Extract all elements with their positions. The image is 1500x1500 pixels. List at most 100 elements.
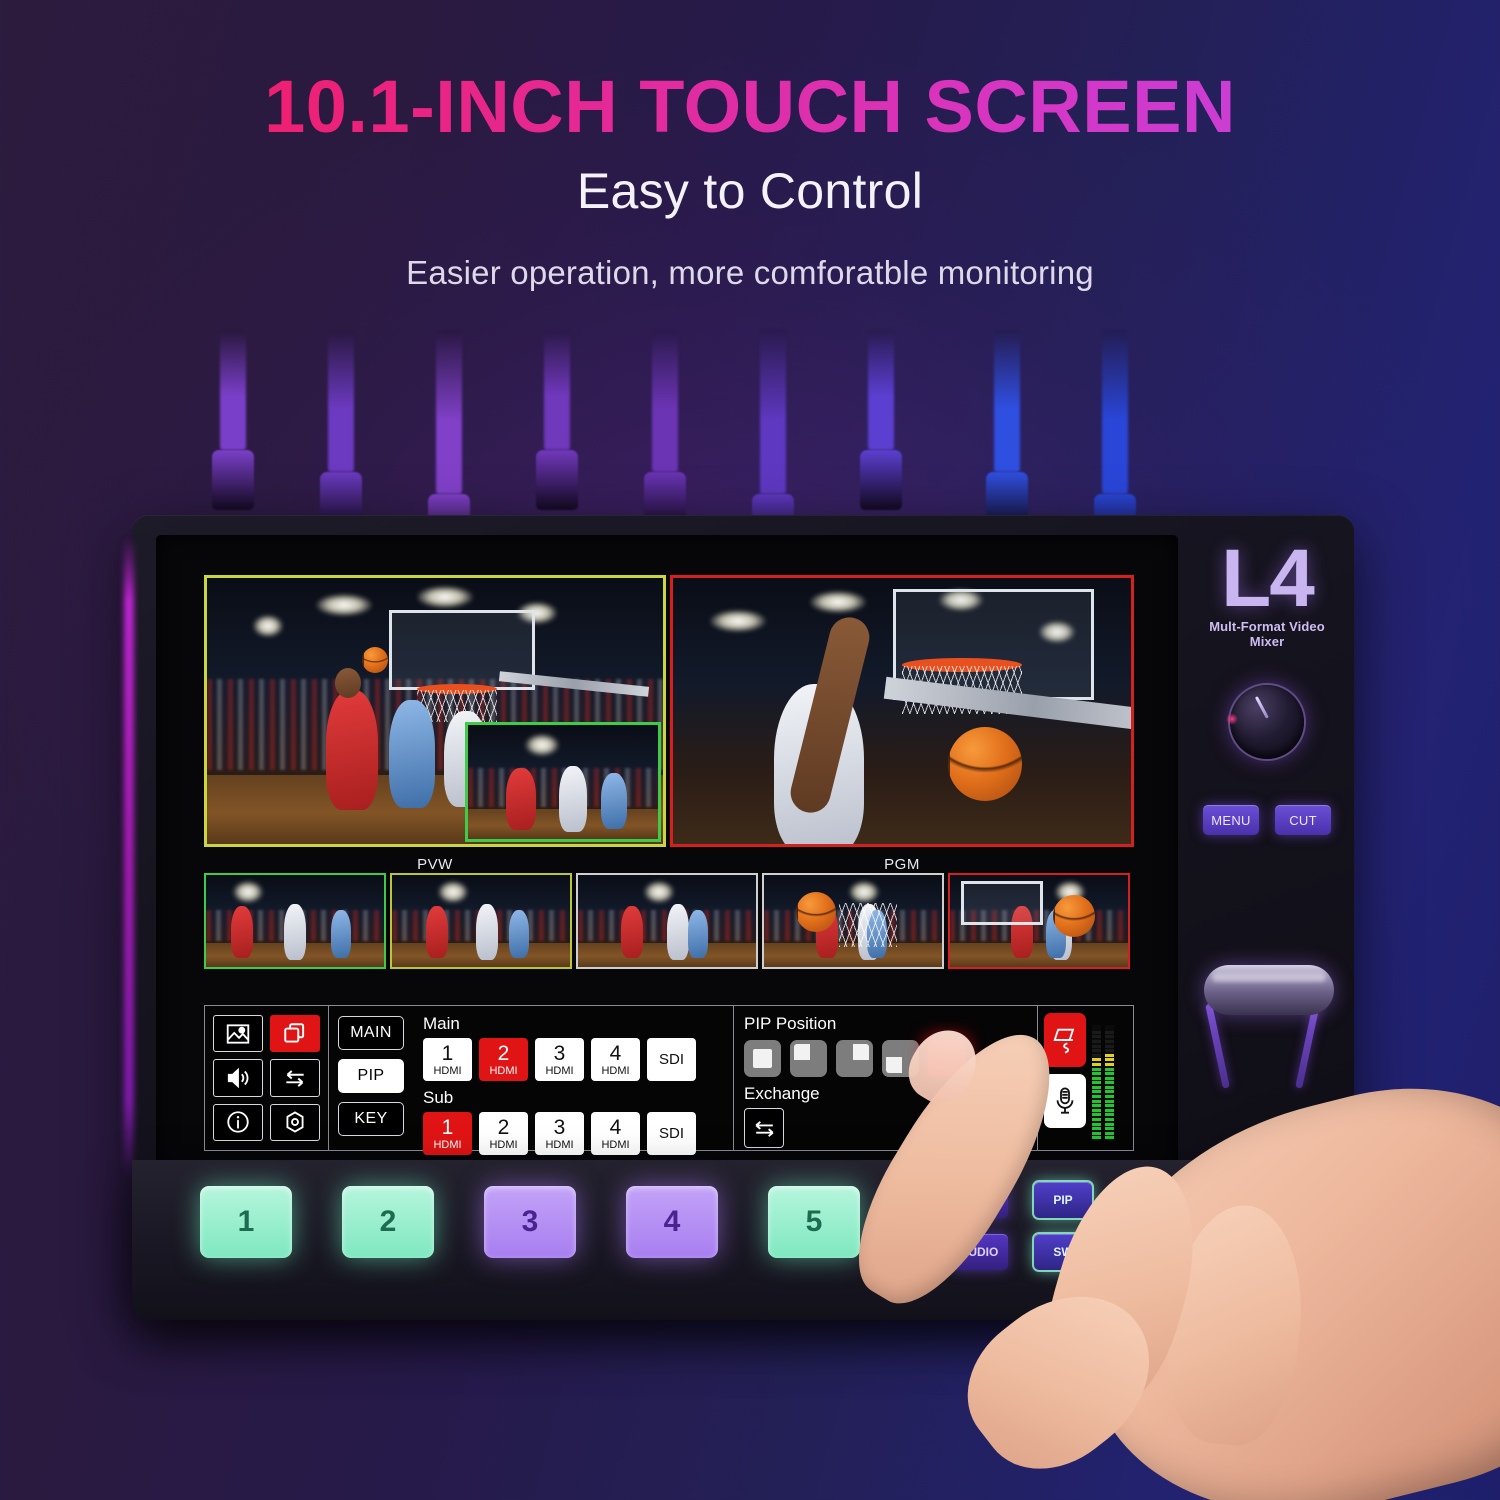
source-selector: Main 1 HDMI 2 HDMI 3 HDMI 4 HDMI SDI Sub 1 HDMI 2 H… xyxy=(413,1006,733,1155)
main-source-button[interactable]: 1 HDMI xyxy=(423,1038,472,1081)
control-bar: MAIN PIP KEY Main 1 HDMI 2 HDMI 3 HDMI 4 HDMI SDI … xyxy=(204,1005,1134,1155)
source-type: HDMI xyxy=(601,1138,630,1151)
cable-plug xyxy=(860,450,902,510)
source-type: HDMI xyxy=(489,1138,518,1151)
cable-plug xyxy=(212,450,254,510)
pip-position-top-right[interactable] xyxy=(836,1040,873,1077)
mini-pad-grid: MAIN PIP AUDIO SW xyxy=(950,1180,1094,1272)
source-number: 4 xyxy=(609,1115,622,1139)
main-source-button[interactable]: 4 HDMI xyxy=(591,1038,640,1081)
source-pad-4[interactable]: 4 xyxy=(626,1186,718,1258)
pip-position-top-left[interactable] xyxy=(790,1040,827,1077)
touch-screen[interactable]: PVW PGM MAIN PIP KEY Main 1 HDMI 2 HDMI … xyxy=(156,535,1178,1171)
mini-pad-main[interactable]: MAIN xyxy=(950,1182,1008,1218)
mini-pad-sw[interactable]: SW xyxy=(1032,1232,1094,1272)
source-type: HDMI xyxy=(433,1138,462,1151)
image-icon[interactable] xyxy=(213,1015,263,1053)
edge-light-glow xyxy=(124,537,134,1177)
sub-source-heading: Sub xyxy=(423,1088,454,1107)
source-pad-row: 12345 xyxy=(200,1186,860,1258)
source-number: 2 xyxy=(497,1041,510,1065)
function-icon-grid xyxy=(205,1006,329,1150)
laptop-audio-icon[interactable] xyxy=(1044,1013,1086,1067)
program-scene xyxy=(673,578,1131,844)
sub-source-button[interactable]: 3 HDMI xyxy=(535,1112,584,1155)
program-window[interactable]: PGM xyxy=(670,575,1134,873)
pip-position-bottom-left[interactable] xyxy=(882,1040,919,1077)
audio-source-buttons xyxy=(1044,1013,1086,1143)
source-number: 3 xyxy=(553,1115,566,1139)
mode-button-pip[interactable]: PIP xyxy=(338,1059,404,1093)
cut-button[interactable]: CUT xyxy=(1275,805,1331,836)
source-thumbnail[interactable]: HDMI 4 xyxy=(762,873,944,969)
pip-position-heading: PIP Position xyxy=(744,1014,837,1033)
cable xyxy=(994,330,1020,472)
cable-plug xyxy=(536,450,578,510)
program-label: PGM xyxy=(884,856,920,873)
swap-icon[interactable] xyxy=(270,1059,320,1097)
source-thumbnail[interactable]: HDMI 3 xyxy=(576,873,758,969)
source-thumbnail[interactable]: SDI xyxy=(948,873,1130,969)
main-source-row: 1 HDMI 2 HDMI 3 HDMI 4 HDMI SDI xyxy=(423,1038,727,1081)
multiview-source-row: HDMI 1HDMI 2HDMI 3HDMI 4SDI xyxy=(204,873,1134,988)
model-subtitle: Mult-Format Video Mixer xyxy=(1209,619,1325,650)
main-source-heading: Main xyxy=(423,1014,460,1033)
model-name: L4 xyxy=(1221,533,1315,624)
source-number: 1 xyxy=(441,1115,454,1139)
cable xyxy=(652,330,678,472)
source-number: 4 xyxy=(609,1041,622,1065)
source-pad-1[interactable]: 1 xyxy=(200,1186,292,1258)
audio-level-meters xyxy=(1092,1013,1114,1143)
menu-button[interactable]: MENU xyxy=(1203,805,1259,836)
source-number: SDI xyxy=(658,1125,684,1142)
cable xyxy=(544,330,570,450)
volume-icon[interactable] xyxy=(213,1059,263,1097)
source-pad-5[interactable]: 5 xyxy=(768,1186,860,1258)
pip-position-bottom-right[interactable] xyxy=(928,1040,965,1077)
pip-position-row xyxy=(744,1040,1027,1077)
mini-pad-pip[interactable]: PIP xyxy=(1032,1180,1094,1220)
layers-icon[interactable] xyxy=(270,1015,320,1053)
rotary-knob[interactable] xyxy=(1226,685,1304,760)
audio-panel xyxy=(1037,1006,1133,1150)
audio-meter-right xyxy=(1105,1025,1114,1141)
cable xyxy=(220,330,246,450)
audio-meter-left xyxy=(1092,1025,1101,1141)
mode-button-main[interactable]: MAIN xyxy=(338,1016,404,1050)
source-thumbnail[interactable]: HDMI 2 xyxy=(390,873,572,969)
sub-source-button[interactable]: SDI xyxy=(647,1112,696,1155)
info-icon[interactable] xyxy=(213,1103,263,1141)
mini-pad-audio[interactable]: AUDIO xyxy=(950,1234,1008,1270)
source-thumbnail[interactable]: HDMI 1 xyxy=(204,873,386,969)
source-pad-2[interactable]: 2 xyxy=(342,1186,434,1258)
sub-source-row: 1 HDMI 2 HDMI 3 HDMI 4 HDMI SDI xyxy=(423,1112,727,1155)
main-source-button[interactable]: 2 HDMI xyxy=(479,1038,528,1081)
page-title: 10.1-INCH TOUCH SCREEN xyxy=(0,68,1500,146)
main-source-button[interactable]: SDI xyxy=(647,1038,696,1081)
sub-source-button[interactable]: 2 HDMI xyxy=(479,1112,528,1155)
cable xyxy=(1102,330,1128,494)
source-number: SDI xyxy=(658,1051,684,1068)
mode-button-key[interactable]: KEY xyxy=(338,1102,404,1136)
page-subtitle: Easy to Control xyxy=(576,162,924,219)
side-button-group: MENU CUT xyxy=(1192,805,1342,836)
stand-leg-right xyxy=(1295,1003,1320,1089)
main-source-button[interactable]: 3 HDMI xyxy=(535,1038,584,1081)
source-number: 1 xyxy=(441,1041,454,1065)
settings-gear-icon[interactable] xyxy=(270,1103,320,1141)
cable xyxy=(328,330,354,472)
source-pad-3[interactable]: 3 xyxy=(484,1186,576,1258)
source-type: HDMI xyxy=(489,1064,518,1077)
sub-source-button[interactable]: 4 HDMI xyxy=(591,1112,640,1155)
cable xyxy=(760,330,786,494)
cable xyxy=(436,330,462,494)
cable xyxy=(868,330,894,450)
sub-source-button[interactable]: 1 HDMI xyxy=(423,1112,472,1155)
preview-window[interactable]: PVW xyxy=(204,575,666,873)
pip-panel: PIP Position Exchange xyxy=(733,1006,1037,1150)
microphone-icon[interactable] xyxy=(1044,1074,1086,1128)
source-type: HDMI xyxy=(433,1064,462,1077)
pip-position-center[interactable] xyxy=(744,1040,781,1077)
exchange-button[interactable] xyxy=(744,1108,784,1148)
preview-frame xyxy=(204,575,666,847)
